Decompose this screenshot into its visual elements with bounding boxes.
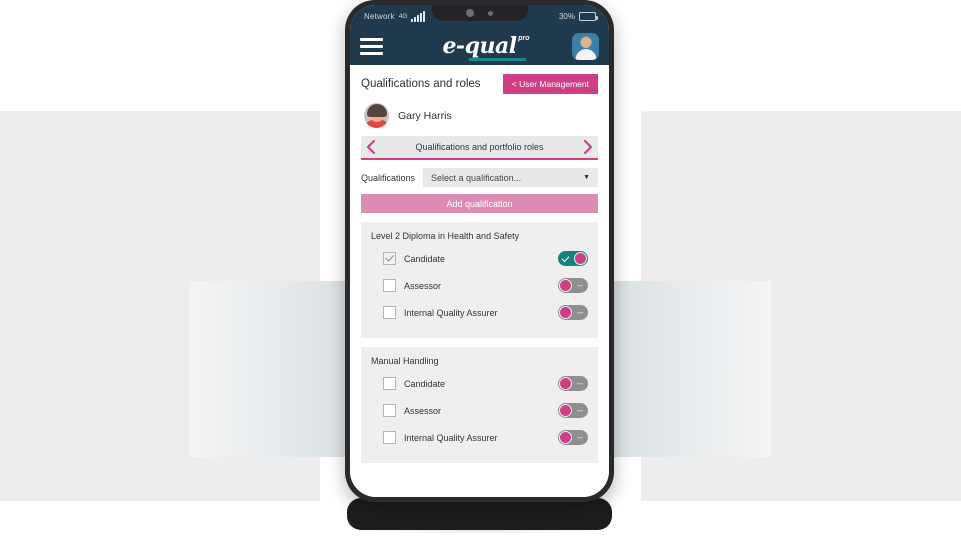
- phone-device-frame: Network 4G 30% e-qual pro Qualifications…: [345, 0, 614, 502]
- phone-notch: [431, 5, 528, 21]
- dash-icon: [577, 436, 583, 439]
- toggle-knob: [559, 431, 572, 444]
- status-bar-left: Network 4G: [350, 10, 426, 22]
- page-body: Qualifications and roles < User Manageme…: [350, 65, 609, 497]
- status-bar-right: 30%: [559, 12, 609, 21]
- page-title-row: Qualifications and roles < User Manageme…: [350, 65, 609, 100]
- role-checkbox[interactable]: [383, 252, 396, 265]
- role-row: Internal Quality Assurer: [361, 299, 598, 326]
- role-row: Assessor: [361, 397, 598, 424]
- brand-logo: e-qual pro: [442, 33, 530, 61]
- role-toggle[interactable]: [558, 430, 588, 445]
- role-row: Candidate: [361, 245, 598, 272]
- check-icon: [561, 253, 570, 262]
- battery-percent-label: 30%: [558, 12, 575, 21]
- phone-screen: Network 4G 30% e-qual pro Qualifications…: [350, 5, 609, 497]
- role-toggle[interactable]: [558, 305, 588, 320]
- qualification-cards-list: Level 2 Diploma in Health and Safety Cand…: [350, 222, 609, 463]
- role-checkbox[interactable]: [383, 306, 396, 319]
- back-to-user-management-button[interactable]: < User Management: [502, 74, 598, 94]
- phone-stand: [347, 498, 612, 530]
- hamburger-menu-icon[interactable]: [360, 35, 383, 59]
- role-checkbox[interactable]: [383, 377, 396, 390]
- dash-icon: [577, 382, 583, 385]
- dash-icon: [577, 409, 583, 412]
- chevron-left-icon[interactable]: [365, 139, 377, 155]
- qualification-select[interactable]: Select a qualification... ▼: [423, 168, 598, 187]
- role-toggle[interactable]: [558, 251, 588, 266]
- network-label: Network: [364, 12, 395, 21]
- toggle-knob: [559, 279, 572, 292]
- person-avatar-icon: [364, 103, 389, 128]
- brand-superscript: pro: [518, 35, 530, 42]
- role-label: Assessor: [404, 405, 442, 416]
- role-label: Candidate: [404, 253, 446, 264]
- role-toggle[interactable]: [558, 403, 588, 418]
- qualification-card: Level 2 Diploma in Health and Safety Cand…: [361, 222, 598, 338]
- role-toggle[interactable]: [558, 278, 588, 293]
- page-title: Qualifications and roles: [361, 78, 481, 90]
- qualification-card: Manual Handling Candidate Assessor Internal…: [361, 347, 598, 463]
- dash-icon: [577, 311, 583, 314]
- carousel-strip: Qualifications and portfolio roles: [361, 136, 598, 160]
- signal-bars-icon: [411, 10, 426, 22]
- app-header: e-qual pro: [350, 28, 609, 65]
- role-label: Internal Quality Assurer: [404, 307, 498, 318]
- role-label: Assessor: [404, 280, 442, 291]
- qualification-card-title: Manual Handling: [371, 356, 439, 366]
- battery-icon: [579, 12, 598, 21]
- toggle-knob: [559, 377, 572, 390]
- add-qualification-button[interactable]: Add qualification: [361, 194, 598, 213]
- toggle-knob: [559, 306, 572, 319]
- background-shadow-left: [190, 281, 360, 457]
- status-bar: Network 4G 30%: [350, 5, 609, 28]
- carousel-title: Qualifications and portfolio roles: [415, 142, 544, 152]
- qualification-picker-row: Qualifications Select a qualification...…: [361, 168, 598, 187]
- dash-icon: [577, 284, 583, 287]
- chevron-right-icon[interactable]: [582, 139, 594, 155]
- role-checkbox[interactable]: [383, 404, 396, 417]
- network-type-label: 4G: [398, 13, 408, 20]
- carousel-underline: [361, 157, 598, 160]
- background-shadow-right: [601, 281, 771, 457]
- role-label: Internal Quality Assurer: [404, 432, 498, 443]
- role-row: Internal Quality Assurer: [361, 424, 598, 451]
- role-checkbox[interactable]: [383, 279, 396, 292]
- sensor-icon: [488, 10, 493, 16]
- brand-underline: [468, 58, 526, 61]
- user-avatar-icon[interactable]: [572, 33, 599, 60]
- role-toggle[interactable]: [558, 376, 588, 391]
- camera-icon: [466, 9, 474, 17]
- qualification-select-value: Select a qualification...: [431, 172, 522, 183]
- role-checkbox[interactable]: [383, 431, 396, 444]
- user-summary-row: Gary Harris: [350, 100, 609, 136]
- chevron-down-icon: ▼: [583, 174, 590, 181]
- user-name: Gary Harris: [398, 109, 452, 122]
- role-row: Assessor: [361, 272, 598, 299]
- toggle-knob: [574, 252, 587, 265]
- qualifications-label: Qualifications: [361, 172, 416, 183]
- role-label: Candidate: [404, 378, 446, 389]
- brand-name: e-qual: [442, 33, 517, 59]
- qualification-card-title: Level 2 Diploma in Health and Safety: [371, 231, 520, 241]
- role-row: Candidate: [361, 370, 598, 397]
- toggle-knob: [559, 404, 572, 417]
